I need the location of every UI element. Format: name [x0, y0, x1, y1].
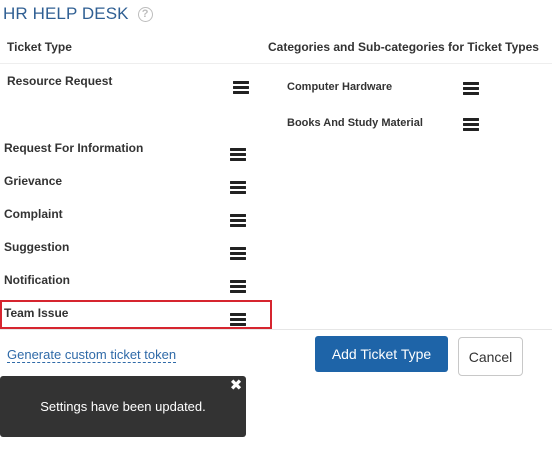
ticket-type-label: Request For Information: [4, 141, 144, 155]
page-title: HR HELP DESK: [3, 4, 129, 23]
drag-handle-icon[interactable]: [463, 82, 479, 95]
drag-handle-icon[interactable]: [233, 81, 249, 94]
category-label: Books And Study Material: [287, 117, 423, 129]
drag-handle-icon[interactable]: [230, 247, 246, 260]
ticket-type-label: Grievance: [4, 174, 63, 188]
drag-handle-icon[interactable]: [230, 280, 246, 293]
cancel-button[interactable]: Cancel: [458, 337, 523, 376]
add-ticket-type-button[interactable]: Add Ticket Type: [315, 336, 448, 372]
ticket-type-label: Resource Request: [7, 74, 113, 88]
generate-token-link[interactable]: Generate custom ticket token: [7, 347, 177, 363]
drag-handle-icon[interactable]: [230, 181, 246, 194]
category-label: Computer Hardware: [287, 81, 393, 93]
close-icon[interactable]: ✖: [229, 378, 243, 394]
page-header: HR HELP DESK ?: [3, 3, 153, 25]
ticket-type-label: Complaint: [4, 207, 63, 221]
drag-handle-icon[interactable]: [230, 214, 246, 227]
drag-handle-icon[interactable]: [463, 118, 479, 131]
ticket-type-label: Suggestion: [4, 240, 70, 254]
header-divider: [0, 63, 552, 64]
toast-message: Settings have been updated.: [40, 399, 206, 414]
ticket-type-label: Notification: [4, 273, 70, 287]
toast-notification: Settings have been updated. ✖: [0, 376, 246, 437]
footer-divider: [0, 329, 552, 330]
question-circle-icon[interactable]: ?: [137, 6, 153, 22]
selected-item-highlight: [0, 300, 272, 329]
ticket-type-column-header: Ticket Type: [7, 40, 72, 54]
categories-column-header: Categories and Sub-categories for Ticket…: [268, 40, 539, 54]
drag-handle-icon[interactable]: [230, 148, 246, 161]
